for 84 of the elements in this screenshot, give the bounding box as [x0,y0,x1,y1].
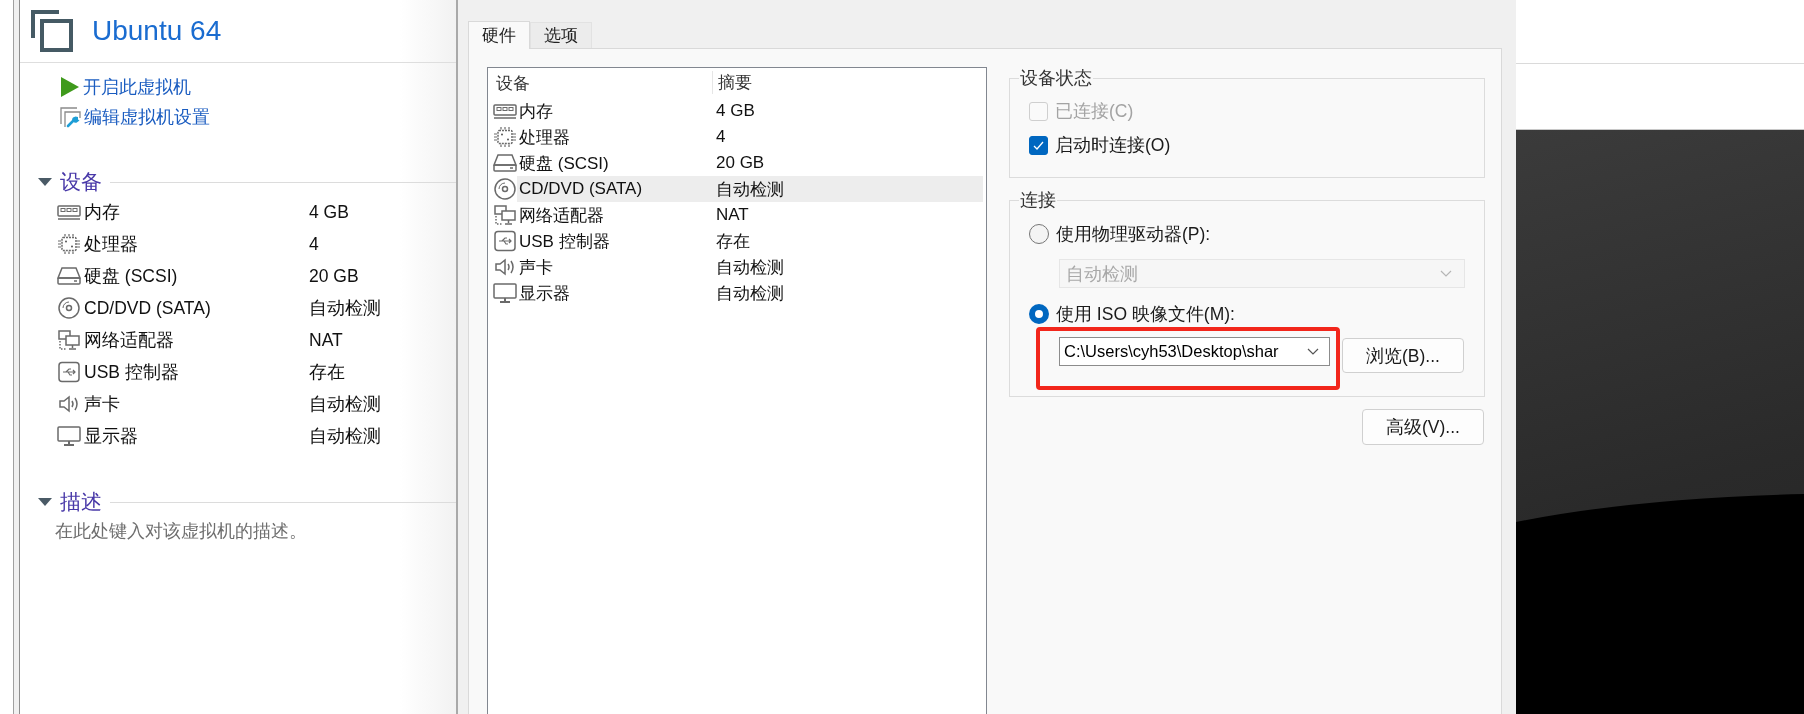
vm-title: Ubuntu 64 [92,15,222,47]
play-icon [60,77,80,97]
chevron-down-icon [1440,270,1452,277]
summary-cell-text: 4 [716,127,727,147]
device-name: CD/DVD (SATA) [84,297,212,319]
device-summary: 4 GB [309,201,350,223]
checkmark-icon [1033,140,1044,150]
radio-button[interactable] [1029,304,1049,324]
summary-cell-text: NAT [716,205,750,225]
hardware-row[interactable]: 内存 4 GB [517,98,983,124]
section-heading: 描述 [60,489,102,515]
power-on-link[interactable]: 开启此虚拟机 [60,72,191,102]
monitor-icon [57,425,81,447]
speaker-icon [493,256,517,278]
tab[interactable]: 硬件 [468,21,530,49]
checkbox-label: 启动时连接(O) [1055,134,1171,157]
column-header: 摘要 [712,71,986,94]
edit-settings-link[interactable]: 编辑虚拟机设置 [60,102,210,132]
device-cell-text: CD/DVD (SATA) [518,179,644,199]
device-cell-text: 网络适配器 [518,204,605,227]
device-summary: 存在 [309,361,346,384]
device-name: USB 控制器 [84,361,180,384]
device-summary: 4 [309,233,320,255]
hardware-row[interactable]: CD/DVD (SATA) 自动检测 [517,176,983,202]
device-name: 内存 [84,201,121,224]
browse-button[interactable]: 浏览(B)... [1342,338,1464,373]
column-header: 设备 [495,73,531,95]
device-cell-text: 内存 [518,100,554,123]
device-name: 硬盘 (SCSI) [84,265,179,288]
checkbox[interactable] [1029,135,1048,155]
monitor-icon [493,282,517,304]
summary-cell-text: 自动检测 [716,282,785,305]
radio-button[interactable] [1029,224,1049,244]
summary-cell-text: 4 GB [716,101,756,121]
device-name: 声卡 [84,393,121,416]
hardware-row[interactable]: 显示器 自动检测 [517,280,983,306]
hardware-row[interactable]: 网络适配器 NAT [517,202,983,228]
disc-icon [57,297,81,319]
device-summary: 自动检测 [309,425,382,448]
hard-drive-icon [493,152,517,174]
device-summary: 20 GB [309,265,360,287]
device-cell-text: USB 控制器 [518,230,611,253]
hardware-row[interactable]: 硬盘 (SCSI) 20 GB [517,150,983,176]
vm-icon [31,10,73,52]
hard-drive-icon [57,265,81,287]
advanced-button[interactable]: 高级(V)... [1362,409,1484,445]
device-cell-text: 声卡 [518,256,554,279]
device-cell-text: 处理器 [518,126,571,149]
device-name: 网络适配器 [84,329,175,352]
chip-icon [57,233,81,255]
network-icon [57,329,81,351]
disclosure-triangle-icon[interactable] [38,498,52,506]
usb-icon [57,361,81,383]
radio-label: 使用物理驱动器(P): [1056,223,1211,246]
device-name: 处理器 [84,233,139,256]
description-hint[interactable]: 在此处键入对该虚拟机的描述。 [20,516,456,546]
device-summary: 自动检测 [309,393,382,416]
network-icon [493,204,517,226]
hardware-row[interactable]: USB 控制器 存在 [517,228,983,254]
hardware-row[interactable]: 处理器 4 [517,124,983,150]
usb-icon [493,230,517,252]
chip-icon [493,126,517,148]
checkbox-label: 已连接(C) [1055,100,1134,123]
speaker-icon [57,393,81,415]
settings-edit-icon [60,106,81,128]
device-summary: 自动检测 [309,297,382,320]
disc-icon [493,178,517,200]
hardware-row[interactable]: 声卡 自动检测 [517,254,983,280]
radio-label: 使用 ISO 映像文件(M): [1056,303,1235,326]
summary-cell-text: 存在 [716,230,751,253]
device-cell-text: 硬盘 (SCSI) [518,152,610,175]
group-box-title: 设备状态 [1019,67,1093,89]
section-heading: 设备 [60,169,102,195]
chevron-down-icon [1307,348,1319,355]
device-cell-text: 显示器 [518,282,571,305]
summary-cell-text: 自动检测 [716,178,785,201]
group-box-title: 连接 [1019,189,1057,211]
summary-cell-text: 自动检测 [716,256,785,279]
device-name: 显示器 [84,425,139,448]
device-summary: NAT [309,329,344,351]
iso-path-combobox[interactable]: C:\Users\cyh53\Desktop\shar [1059,337,1330,366]
tab[interactable]: 选项 [530,22,592,48]
summary-cell-text: 20 GB [716,153,766,173]
disclosure-triangle-icon[interactable] [38,178,52,186]
